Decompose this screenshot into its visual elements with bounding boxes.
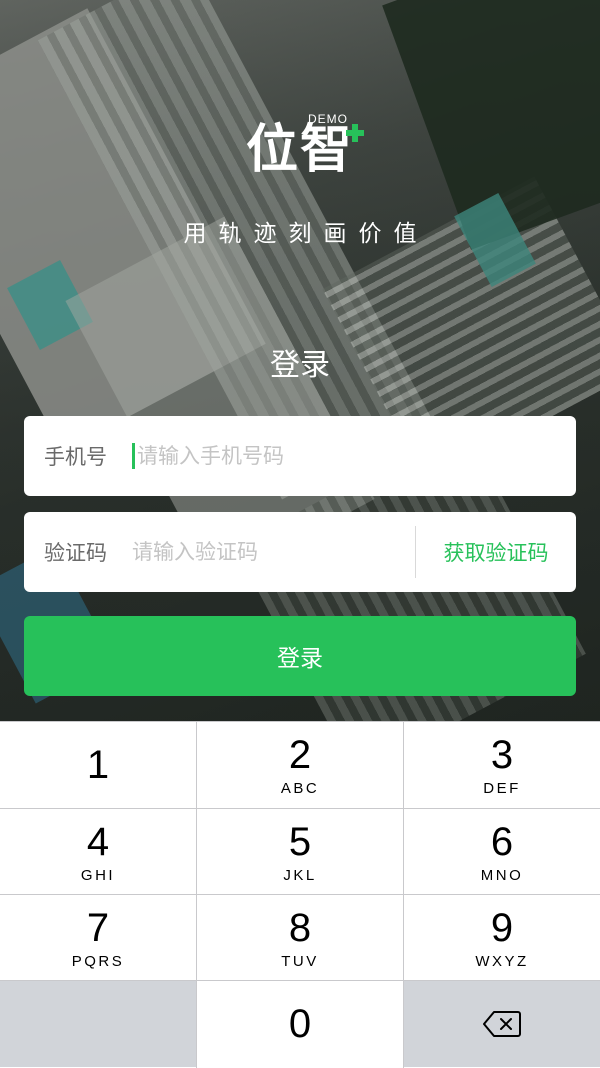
key-letters: GHI: [80, 866, 116, 884]
page-title: 登录: [270, 348, 330, 383]
phone-field[interactable]: 手机号: [24, 416, 576, 496]
key-2[interactable]: 2 ABC: [197, 722, 403, 808]
key-8[interactable]: 8 TUV: [197, 895, 403, 981]
phone-label: 手机号: [44, 445, 107, 469]
key-letters: WXYZ: [475, 952, 529, 970]
key-7[interactable]: 7 PQRS: [0, 895, 196, 981]
verification-code-field[interactable]: 验证码 获取验证码: [24, 512, 576, 592]
key-digit: 6: [490, 819, 514, 864]
key-1[interactable]: 1: [0, 722, 196, 808]
key-6[interactable]: 6 MNO: [404, 809, 600, 895]
key-digit: 1: [86, 743, 110, 787]
code-label: 验证码: [44, 541, 107, 565]
get-code-button[interactable]: 获取验证码: [416, 537, 576, 567]
plus-icon: [346, 124, 364, 142]
brand-logo: 位智 DEMO: [0, 112, 600, 198]
key-letters: JKL: [283, 866, 317, 884]
key-letters: DEF: [483, 779, 521, 797]
logo-demo-badge: DEMO: [308, 112, 348, 126]
key-3[interactable]: 3 DEF: [404, 722, 600, 808]
backspace-key[interactable]: [404, 981, 600, 1067]
text-caret: [132, 443, 135, 469]
key-0[interactable]: 0: [197, 981, 403, 1067]
key-digit: 8: [288, 905, 312, 950]
key-digit: 0: [288, 1002, 312, 1046]
backspace-icon: [483, 1011, 521, 1037]
brand-slogan: 用轨迹刻画价值: [183, 221, 429, 247]
key-letters: PQRS: [71, 952, 125, 970]
keypad-divider: [403, 722, 404, 1068]
code-input[interactable]: [132, 532, 415, 572]
keypad-divider: [0, 980, 600, 981]
key-letters: TUV: [281, 952, 319, 970]
key-digit: 9: [490, 905, 514, 950]
key-4[interactable]: 4 GHI: [0, 809, 196, 895]
key-9[interactable]: 9 WXYZ: [404, 895, 600, 981]
key-letters: ABC: [280, 779, 320, 797]
numeric-keypad: 1 2 ABC 3 DEF 4 GHI 5 JKL 6 MNO 7 PQRS 8…: [0, 721, 600, 1068]
login-button[interactable]: 登录: [24, 616, 576, 696]
key-digit: 3: [490, 732, 514, 777]
key-letters: MNO: [480, 866, 524, 884]
phone-input[interactable]: [137, 436, 576, 476]
logo-text: 位智: [245, 120, 354, 180]
empty-key: [0, 981, 196, 1067]
key-digit: 2: [288, 732, 312, 777]
key-digit: 5: [288, 819, 312, 864]
key-digit: 4: [86, 819, 110, 864]
keypad-divider: [0, 808, 600, 809]
keypad-divider: [196, 722, 197, 1068]
key-digit: 7: [86, 905, 110, 950]
key-5[interactable]: 5 JKL: [197, 809, 403, 895]
keypad-divider: [0, 894, 600, 895]
